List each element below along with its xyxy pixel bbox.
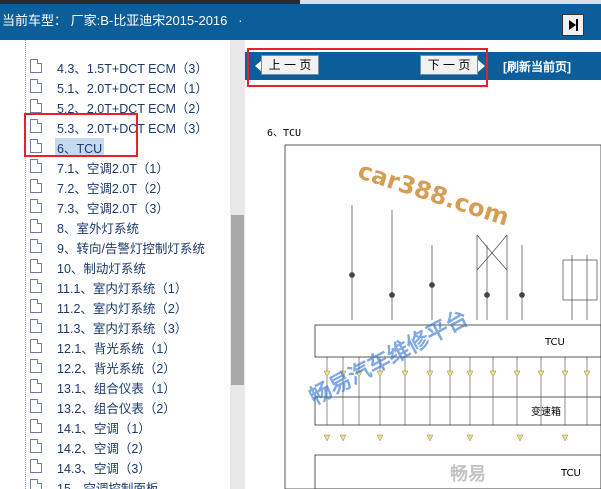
tree-item-label: 12.2、背光系统（2） xyxy=(57,362,176,376)
top-strip-right xyxy=(300,0,601,4)
tree-item-label: 15、空调控制面板 xyxy=(57,482,159,489)
document-icon xyxy=(30,379,42,393)
document-icon xyxy=(30,59,42,73)
document-icon xyxy=(30,199,42,213)
document-tree: 4.3、1.5T+DCT ECM（3） 5.1、2.0T+DCT ECM（1） 5.… xyxy=(0,40,230,489)
tree-item-label: 4.3、1.5T+DCT ECM（3） xyxy=(57,62,208,76)
tree-item-label: 7.2、空调2.0T（2） xyxy=(57,182,169,196)
panel-toggle-button[interactable] xyxy=(562,14,584,36)
wiring-diagram xyxy=(284,144,601,489)
play-arrow-icon xyxy=(569,20,576,30)
header-bar: 当前车型： 厂家:B-比亚迪宋2015-2016 · xyxy=(0,0,601,40)
document-icon xyxy=(30,419,42,433)
document-icon xyxy=(30,99,42,113)
bar-icon xyxy=(576,19,578,31)
tree-scrollbar-thumb[interactable] xyxy=(231,215,244,385)
tcu-box-label: TCU xyxy=(545,337,565,348)
document-icon xyxy=(30,439,42,453)
document-icon xyxy=(30,279,42,293)
tree-item-label: 13.1、组合仪表（1） xyxy=(57,382,176,396)
tree-item-label: 14.2、空调（2） xyxy=(57,442,151,456)
tree-item-label: 9、转向/告警灯控制灯系统 xyxy=(57,242,205,256)
document-icon xyxy=(30,299,42,313)
document-icon xyxy=(30,259,42,273)
tree-item-label: 5.1、2.0T+DCT ECM（1） xyxy=(57,82,208,96)
tree-scrollbar[interactable] xyxy=(230,40,245,489)
highlight-selected-item xyxy=(24,113,138,157)
tree-item-label: 7.1、空调2.0T（1） xyxy=(57,162,169,176)
tree-item-label: 13.2、组合仪表（2） xyxy=(57,402,176,416)
tree-item-label: 11.1、室内灯系统（1） xyxy=(57,282,188,296)
current-vehicle-title: 当前车型： 厂家:B-比亚迪宋2015-2016 · xyxy=(2,13,243,28)
tcu-bottom-box-label: TCU xyxy=(561,468,581,479)
document-icon xyxy=(30,239,42,253)
document-icon xyxy=(30,159,42,173)
document-icon xyxy=(30,479,42,489)
document-icon xyxy=(30,359,42,373)
document-icon xyxy=(30,319,42,333)
document-icon xyxy=(30,219,42,233)
tree-item-label: 11.3、室内灯系统（3） xyxy=(57,322,188,336)
document-icon xyxy=(30,459,42,473)
document-icon xyxy=(30,79,42,93)
tree-item-label: 14.1、空调（1） xyxy=(57,422,151,436)
tree-item-label: 12.1、背光系统（1） xyxy=(57,342,176,356)
tree-guide-line xyxy=(25,40,27,489)
tree-item-label: 11.2、室内灯系统（2） xyxy=(57,302,188,316)
tree-item-label: 8、室外灯系统 xyxy=(57,222,139,236)
gearbox-box-label: 变速箱 xyxy=(531,407,561,418)
document-icon xyxy=(30,339,42,353)
tree-item-label: 7.3、空调2.0T（3） xyxy=(57,202,169,216)
tree-item-label: 10、制动灯系统 xyxy=(57,262,146,276)
highlight-page-nav xyxy=(247,48,488,87)
document-icon xyxy=(30,399,42,413)
tree-item-label: 14.3、空调（3） xyxy=(57,462,151,476)
document-viewer: 上 一 页 下 一 页 [刷新当前页] 6、TCU TCU 变速箱 TCU ca… xyxy=(245,40,601,489)
refresh-page-link[interactable]: [刷新当前页] xyxy=(503,58,571,75)
document-icon xyxy=(30,179,42,193)
